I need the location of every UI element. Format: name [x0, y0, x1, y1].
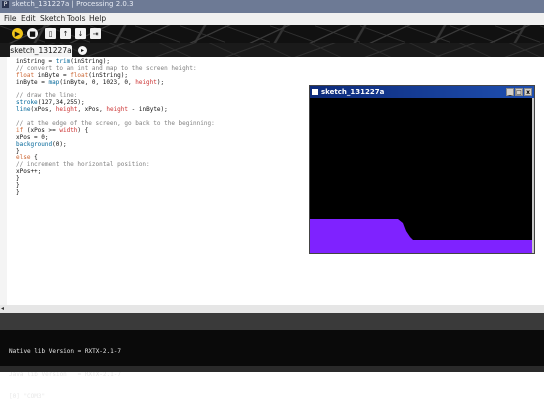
code-token: , xPos,	[77, 106, 107, 114]
processing-app-icon: P	[2, 1, 9, 8]
open-button[interactable]: ↑	[60, 28, 71, 39]
tab-sketch[interactable]: sketch_131227a	[10, 45, 72, 57]
code-token: (xPos,	[30, 106, 56, 114]
code-token: inByte =	[16, 78, 49, 86]
code-token: map	[48, 78, 60, 86]
tab-menu-arrow-icon[interactable]: ▸	[78, 46, 87, 55]
code-token: line	[16, 106, 31, 114]
editor-gutter	[0, 57, 7, 305]
java-window-icon	[312, 89, 318, 95]
menu-sketch[interactable]: Sketch	[40, 13, 65, 25]
code-token: width	[59, 126, 78, 134]
message-area	[0, 313, 544, 330]
code-token: ) {	[77, 126, 89, 134]
save-icon: ↓	[77, 29, 84, 38]
export-button[interactable]: ⇥	[90, 28, 101, 39]
code-line: xPos++;	[16, 168, 215, 176]
serial-plot-area	[310, 219, 532, 253]
menu-help[interactable]: Help	[89, 13, 106, 25]
menu-file[interactable]: File	[4, 13, 17, 25]
scroll-left-icon[interactable]: ◂	[1, 305, 8, 313]
sketch-plot	[310, 219, 532, 253]
code-token: (inByte, 0, 1023, 0,	[59, 78, 136, 86]
sketch-output-window: sketch_131227a _ □ x	[309, 85, 535, 254]
code-token: );	[156, 78, 165, 86]
toolbar: ▶ ■ ▯ ↑ ↓ ⇥	[0, 25, 544, 43]
console-line: [0] "COM3"	[9, 393, 46, 400]
code-token: }	[16, 188, 20, 196]
code-line: }	[16, 175, 215, 183]
menu-bar: File Edit Sketch Tools Help	[0, 13, 544, 25]
code-token: background	[16, 140, 53, 148]
menu-edit[interactable]: Edit	[21, 13, 36, 25]
code-text: inString = trim(inString);// convert to …	[16, 58, 215, 197]
console-line: Native lib Version = RXTX-2.1-7	[9, 348, 121, 355]
code-line: }	[16, 182, 215, 190]
save-button[interactable]: ↓	[75, 28, 86, 39]
window-title: sketch_131227a | Processing 2.0.3	[12, 0, 134, 8]
code-token: height	[135, 78, 157, 86]
open-icon: ↑	[62, 29, 69, 38]
code-line: }	[16, 148, 215, 156]
sketch-window-title: sketch_131227a	[321, 88, 385, 96]
code-line: line(xPos, height, xPos, height - inByte…	[16, 106, 215, 114]
tab-bar: sketch_131227a ▸	[0, 43, 544, 57]
code-token: - inByte);	[128, 106, 168, 114]
minimize-button[interactable]: _	[506, 88, 514, 96]
status-bar	[0, 366, 544, 372]
horizontal-scrollbar[interactable]: ◂	[0, 305, 544, 313]
new-icon: ▯	[48, 29, 53, 38]
sketch-window-titlebar: sketch_131227a _ □ x	[310, 86, 534, 98]
new-button[interactable]: ▯	[45, 28, 56, 39]
code-line: inByte = map(inByte, 0, 1023, 0, height)…	[16, 78, 215, 87]
menu-tools[interactable]: Tools	[67, 13, 85, 25]
run-icon: ▶	[14, 29, 21, 38]
export-icon: ⇥	[92, 29, 99, 38]
code-line: // increment the horizontal position:	[16, 161, 215, 169]
code-line: }	[16, 188, 215, 197]
run-button[interactable]: ▶	[12, 28, 23, 39]
code-line: background(0);	[16, 140, 215, 149]
code-token: height	[55, 106, 78, 114]
code-token: height	[106, 106, 129, 114]
code-token: xPos++;	[16, 168, 42, 176]
close-button[interactable]: x	[524, 88, 532, 96]
stop-button[interactable]: ■	[27, 28, 38, 39]
title-bar: P sketch_131227a | Processing 2.0.3	[0, 0, 544, 13]
code-token: (0);	[52, 140, 67, 148]
sketch-canvas	[310, 98, 532, 253]
console: Native lib Version = RXTX-2.1-7 Java lib…	[0, 330, 544, 400]
stop-icon: ■	[29, 29, 36, 38]
maximize-button[interactable]: □	[515, 88, 523, 96]
